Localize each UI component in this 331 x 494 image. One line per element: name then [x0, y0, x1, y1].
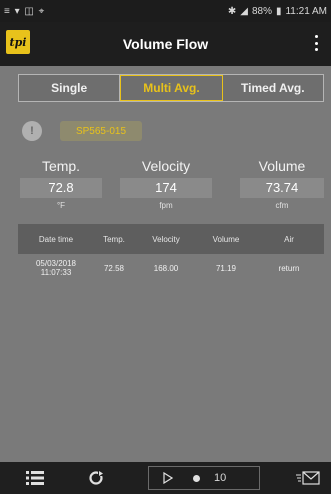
record-icon[interactable] [193, 474, 200, 482]
tab-single[interactable]: Single [19, 75, 121, 101]
table-header: Date time Temp. Velocity Volume Air [18, 224, 324, 254]
reading-temp: Temp. 72.8 °F [20, 156, 102, 210]
cell-air: return [278, 263, 300, 273]
col-header-volume: Volume [212, 234, 240, 244]
bluetooth-icon: ✱ [227, 5, 237, 17]
cell-time: 11:07:33 [40, 268, 72, 277]
cell-datetime: 05/03/2018 11:07:33 [18, 259, 94, 277]
table-row[interactable]: 05/03/2018 11:07:33 72.58 168.00 71.19 r… [18, 255, 324, 281]
col-header-air: Air [284, 234, 294, 244]
reading-volume-value: 73.74 [240, 178, 324, 198]
status-right: ✱ ◢ 88% ▮ 11:21 AM [228, 6, 327, 17]
list-icon[interactable] [26, 471, 44, 485]
col-header-datetime: Date time [38, 234, 74, 244]
cell-velocity: 168.00 [153, 263, 179, 273]
probe-id-chip[interactable]: SP565-015 [60, 121, 142, 141]
battery-icon: ▮ [275, 5, 282, 17]
reading-temp-unit: °F [56, 201, 66, 210]
reading-temp-label: Temp. [41, 158, 81, 174]
reading-velocity: Velocity 174 fpm [120, 156, 212, 210]
reading-volume-unit: cfm [275, 201, 289, 210]
tab-timed-avg[interactable]: Timed Avg. [223, 75, 323, 101]
page-title: Volume Flow [122, 36, 209, 52]
reading-velocity-unit: fpm [159, 201, 173, 210]
email-export-icon[interactable] [296, 471, 320, 485]
signal-icon: ◢ [240, 5, 248, 17]
reading-velocity-label: Velocity [141, 158, 191, 174]
status-time: 11:21 AM [285, 5, 327, 17]
tab-multi-avg[interactable]: Multi Avg. [120, 75, 223, 101]
cell-date: 05/03/2018 [35, 259, 77, 268]
status-left-icons: ≡ ▾ ◫ ⌖ [4, 5, 46, 17]
status-bar: ≡ ▾ ◫ ⌖ ✱ ◢ 88% ▮ 11:21 AM [0, 0, 331, 22]
bottom-toolbar: 10 [0, 462, 331, 494]
app-bar: tpi Volume Flow [0, 22, 331, 66]
play-icon[interactable] [163, 472, 173, 484]
reading-volume: Volume 73.74 cfm [240, 156, 324, 210]
reading-temp-value: 72.8 [20, 178, 102, 198]
overflow-menu-icon[interactable] [309, 32, 323, 54]
refresh-icon[interactable] [88, 470, 104, 486]
logging-controls: 10 [148, 466, 260, 490]
battery-percent: 88% [251, 5, 272, 17]
probe-info-icon[interactable]: ! [22, 121, 42, 141]
mode-tabs: Single Multi Avg. Timed Avg. [18, 74, 324, 102]
reading-velocity-value: 174 [120, 178, 212, 198]
col-header-temp: Temp. [103, 234, 125, 244]
cell-volume: 71.19 [215, 263, 237, 273]
cell-temp: 72.58 [103, 263, 125, 273]
reading-volume-label: Volume [258, 158, 306, 174]
readings-panel: Temp. 72.8 °F Velocity 174 fpm Volume 73… [0, 156, 331, 214]
col-header-velocity: Velocity [152, 234, 180, 244]
sample-count: 10 [214, 472, 227, 484]
